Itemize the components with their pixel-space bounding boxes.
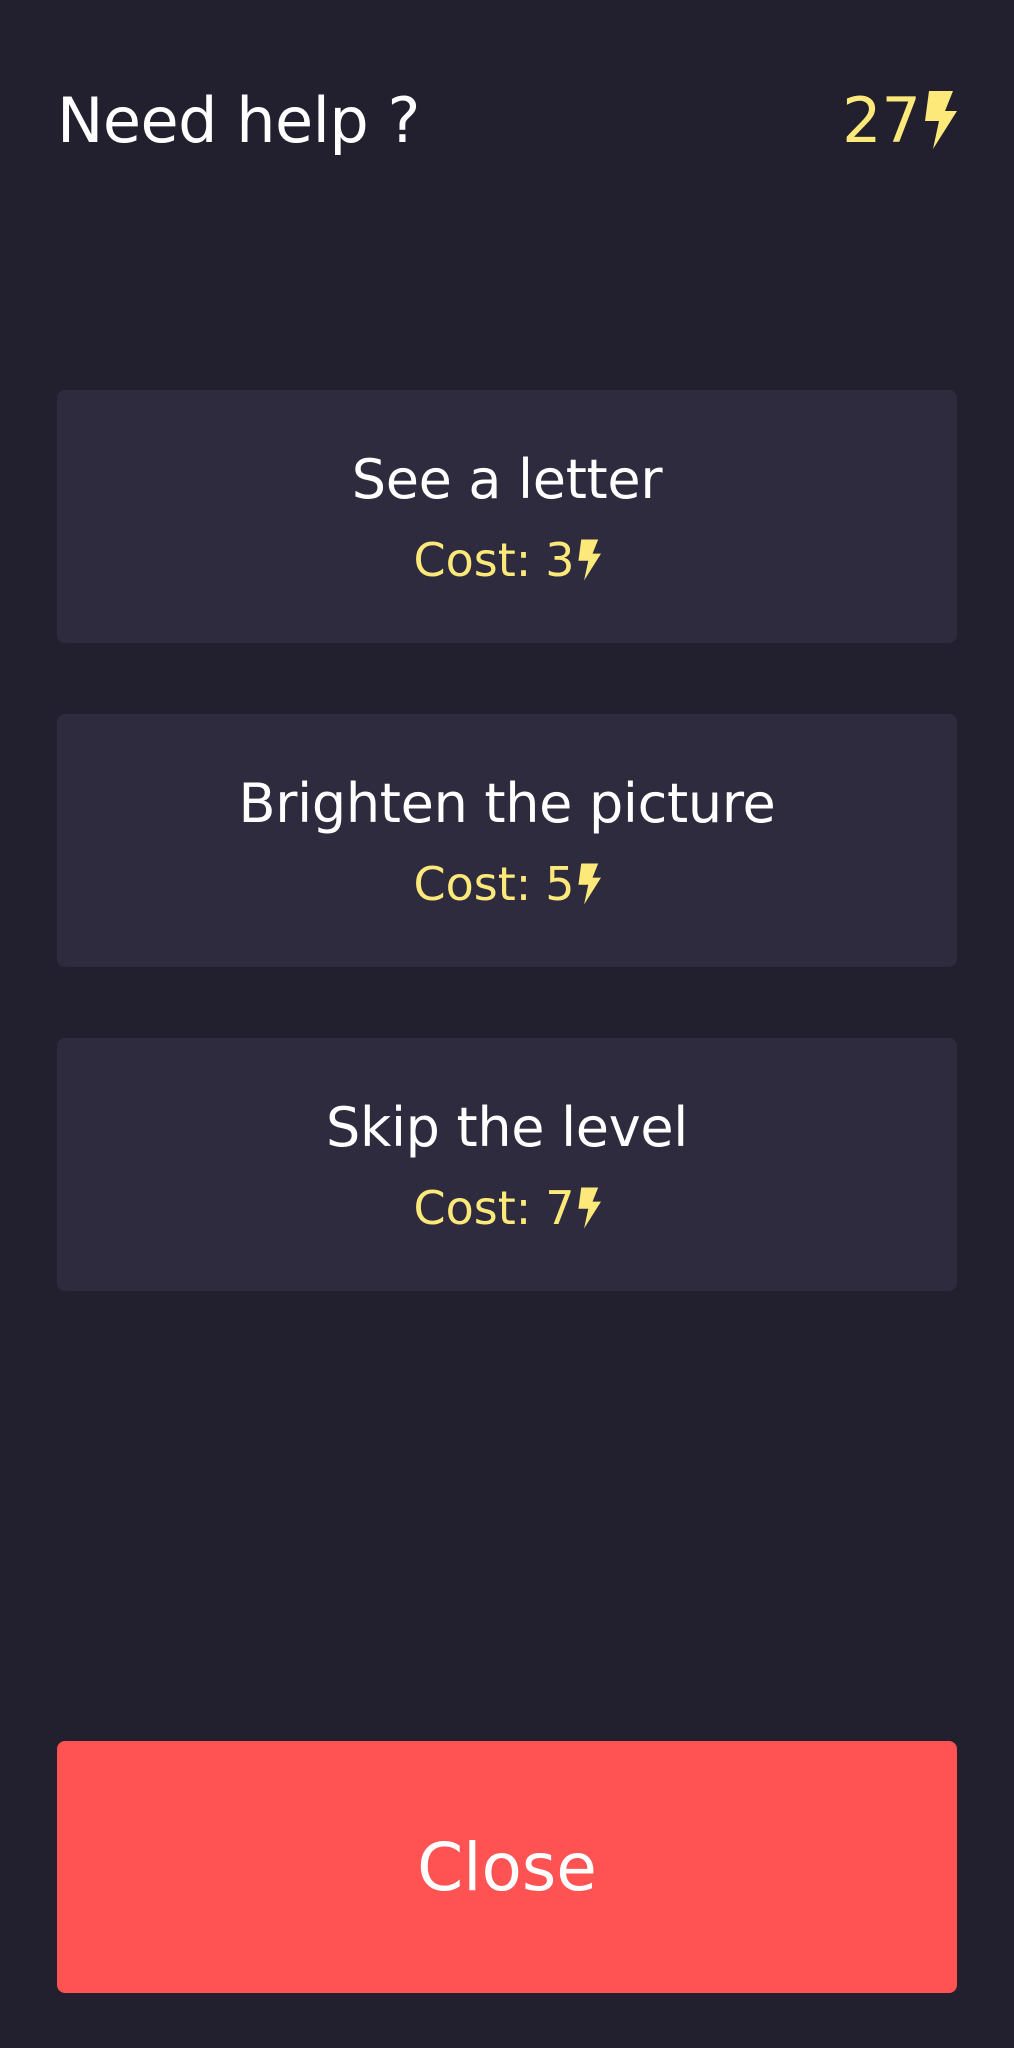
cost-prefix: Cost:	[413, 1181, 532, 1236]
option-cost: Cost: 3	[413, 533, 601, 588]
skip-level-button[interactable]: Skip the level Cost: 7	[57, 1038, 957, 1291]
option-cost: Cost: 7	[413, 1181, 601, 1236]
see-letter-button[interactable]: See a letter Cost: 3	[57, 390, 957, 643]
option-label: See a letter	[351, 447, 663, 511]
page-title: Need help ?	[57, 83, 420, 157]
lightning-bolt-icon	[577, 1187, 601, 1229]
lightning-bolt-icon	[923, 91, 957, 149]
close-button[interactable]: Close	[57, 1741, 957, 1993]
lightning-bolt-icon	[577, 863, 601, 905]
option-label: Brighten the picture	[238, 771, 776, 835]
cost-value: 5	[545, 857, 575, 912]
close-button-label: Close	[417, 1828, 597, 1906]
energy-balance-value: 27	[842, 83, 921, 157]
help-dialog: Need help ? 27 See a letter Cost: 3 Brig…	[0, 0, 1014, 2048]
option-label: Skip the level	[326, 1095, 688, 1159]
brighten-picture-button[interactable]: Brighten the picture Cost: 5	[57, 714, 957, 967]
cost-prefix: Cost:	[413, 857, 532, 912]
lightning-bolt-icon	[577, 539, 601, 581]
cost-prefix: Cost:	[413, 533, 532, 588]
cost-value: 3	[545, 533, 575, 588]
cost-value: 7	[545, 1181, 575, 1236]
header: Need help ? 27	[57, 70, 957, 170]
hint-options: See a letter Cost: 3 Brighten the pictur…	[57, 390, 957, 1362]
energy-balance: 27	[842, 84, 957, 157]
option-cost: Cost: 5	[413, 857, 601, 912]
